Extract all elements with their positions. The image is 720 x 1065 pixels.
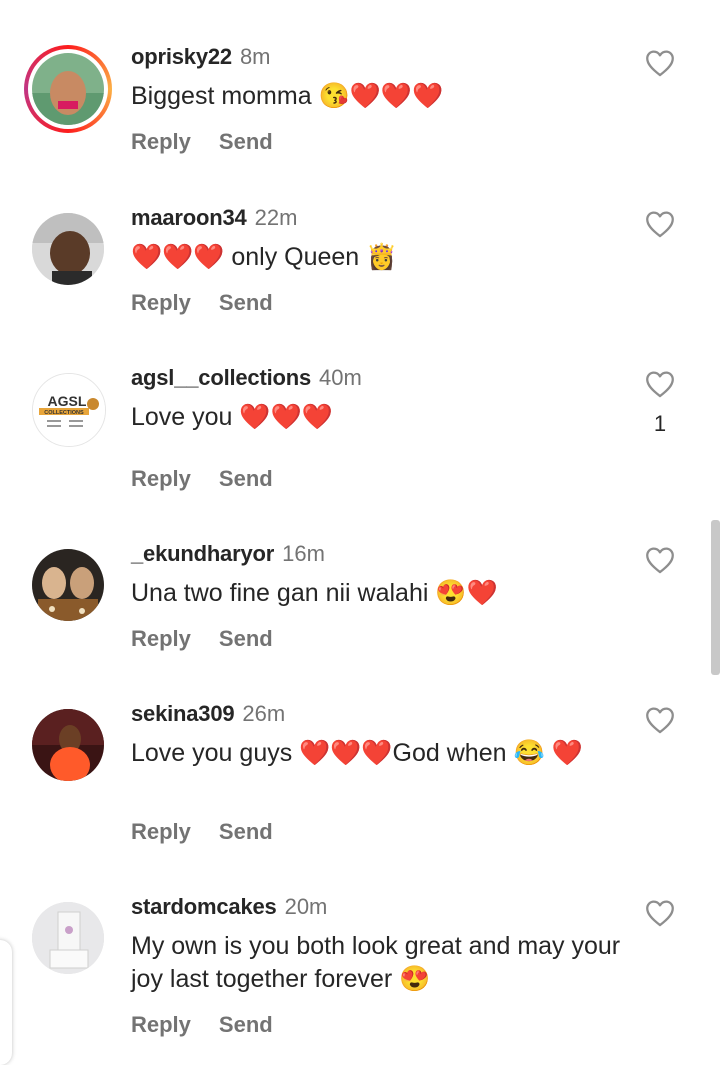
reply-button[interactable]: Reply [131,819,191,844]
avatar [32,53,104,125]
send-button[interactable]: Send [219,819,273,844]
comment-time: 8m [239,44,271,69]
comment-time: 22m [254,205,298,230]
username-link[interactable]: stardomcakes [131,894,277,919]
comment-actions: Reply Send [131,626,301,652]
comment-header: sekina309 26m [131,700,285,728]
comment-actions: Reply Send [131,1012,301,1038]
send-button[interactable]: Send [219,290,273,315]
comment-text: Biggest momma 😘❤️❤️❤️ [131,82,444,110]
comment-header: agsl__collections 40m [131,364,362,392]
edge-panel-handle[interactable] [0,940,12,1065]
avatar-story-ring[interactable] [24,45,112,133]
heart-icon[interactable] [643,367,677,401]
like-count: 1 [653,411,667,436]
heart-icon[interactable] [643,543,677,577]
username-link[interactable]: sekina309 [131,701,235,726]
heart-icon[interactable] [643,703,677,737]
avatar[interactable] [32,902,104,974]
comment-actions: Reply Send [131,819,301,845]
heart-icon[interactable] [643,207,677,241]
comment-header: oprisky22 8m [131,43,271,71]
comment-text: Love you ❤️❤️❤️ [131,403,333,431]
svg-text:COLLECTIONS: COLLECTIONS [44,410,84,416]
username-link[interactable]: oprisky22 [131,44,232,69]
reply-button[interactable]: Reply [131,129,191,154]
comment-header: _ekundharyor 16m [131,540,325,568]
avatar[interactable] [32,709,104,781]
comment-actions: Reply Send [131,466,301,492]
reply-button[interactable]: Reply [131,1012,191,1037]
comment-time: 20m [284,894,328,919]
reply-button[interactable]: Reply [131,626,191,651]
username-link[interactable]: agsl__collections [131,365,311,390]
comment-actions: Reply Send [131,290,301,316]
reply-button[interactable]: Reply [131,466,191,491]
send-button[interactable]: Send [219,1012,273,1037]
comment-time: 26m [242,701,286,726]
comment-text: Una two fine gan nii walahi 😍❤️ [131,579,498,607]
avatar[interactable]: AGSL COLLECTIONS [32,373,106,447]
avatar[interactable] [32,549,104,621]
send-button[interactable]: Send [219,626,273,651]
send-button[interactable]: Send [219,129,273,154]
comment-text: ❤️❤️❤️ only Queen 👸 [131,243,398,271]
scrollbar[interactable] [711,520,720,675]
avatar[interactable] [32,213,104,285]
comment-time: 40m [319,365,362,390]
comment-text: Love you guys ❤️❤️❤️God when 😂 ❤️ [131,739,583,767]
send-button[interactable]: Send [219,466,273,491]
comment-text: My own is you both look great and may yo… [131,932,621,993]
comment-actions: Reply Send [131,129,301,155]
heart-icon[interactable] [643,896,677,930]
username-link[interactable]: maaroon34 [131,205,247,230]
svg-text:AGSL: AGSL [48,393,87,409]
comment-header: maaroon34 22m [131,204,297,232]
comment-time: 16m [282,541,325,566]
comment-header: stardomcakes 20m [131,893,327,921]
username-link[interactable]: _ekundharyor [131,541,274,566]
heart-icon[interactable] [643,46,677,80]
reply-button[interactable]: Reply [131,290,191,315]
